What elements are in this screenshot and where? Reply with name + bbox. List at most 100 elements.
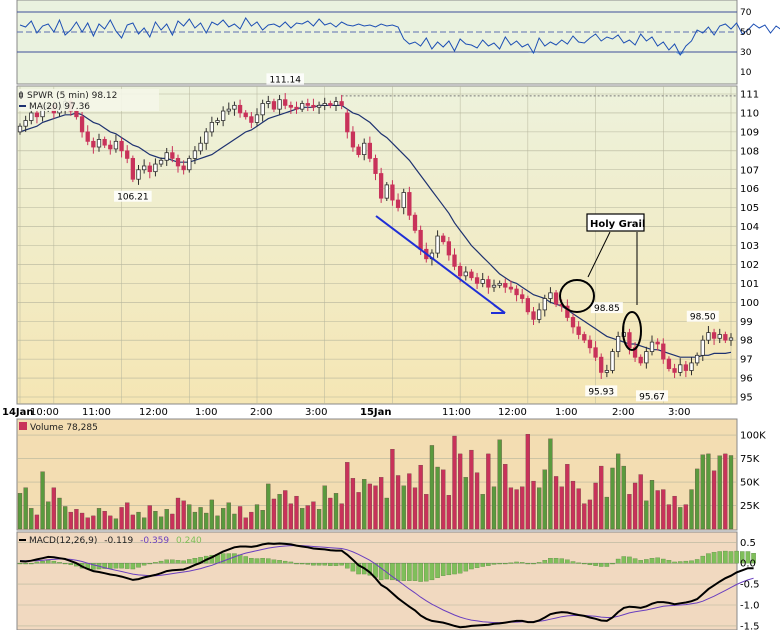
candle-down xyxy=(288,104,294,108)
chart-canvas: 70 50 30 10 111 110 109 108 107 106 105 104 103 102 1… xyxy=(2,0,780,630)
macd-histogram-bar xyxy=(627,556,632,564)
volume-bar xyxy=(322,485,327,530)
volume-bar xyxy=(463,477,468,530)
macd-tick-label: -1.5 xyxy=(740,621,760,630)
macd-tick-label: -1.0 xyxy=(740,601,760,612)
candle-down xyxy=(373,157,378,174)
volume-bar xyxy=(537,487,542,530)
candle-up xyxy=(299,103,305,110)
macd-histogram-bar xyxy=(542,560,548,564)
volume-bar xyxy=(102,511,107,530)
volume-bar xyxy=(514,489,519,530)
volume-bar xyxy=(271,498,277,530)
macd-histogram-bar xyxy=(638,560,643,564)
x-tick-label: 2:00 xyxy=(250,407,272,418)
candle-up xyxy=(113,140,119,150)
volume-bar xyxy=(616,453,621,530)
macd-histogram-bar xyxy=(51,560,57,564)
macd-histogram-bar xyxy=(316,563,322,566)
macd-histogram-bar xyxy=(683,560,689,564)
candle-up xyxy=(232,104,237,110)
candle-up xyxy=(136,169,141,180)
volume-bar xyxy=(706,453,711,530)
macd-histogram-bar xyxy=(531,563,536,565)
volume-bar xyxy=(17,493,23,530)
volume-bar xyxy=(215,515,220,530)
volume-bar xyxy=(198,507,203,530)
price-tick-label: 107 xyxy=(740,165,759,176)
volume-bar xyxy=(491,486,497,530)
x-tick-label: 15Jan xyxy=(360,407,392,418)
macd-histogram-bar xyxy=(158,560,164,564)
macd-histogram-bar xyxy=(700,555,706,564)
volume-bar xyxy=(604,496,609,530)
candle-down xyxy=(243,112,248,118)
candle-down xyxy=(474,277,480,284)
volume-bar xyxy=(226,502,231,530)
macd-tick-label: 0.5 xyxy=(740,538,756,549)
macd-histogram-bar xyxy=(559,558,564,564)
volume-bar xyxy=(666,504,672,530)
price-annotation-label: 98.50 xyxy=(690,313,716,323)
candle-down xyxy=(79,116,85,133)
volume-bar xyxy=(474,472,480,530)
macd-histogram-bar xyxy=(644,559,649,564)
volume-bar xyxy=(204,512,209,530)
macd-histogram-bar xyxy=(587,563,593,566)
macd-histogram-bar xyxy=(536,562,542,564)
volume-bar xyxy=(717,455,722,530)
holy-grail-label: Holy Grail xyxy=(590,219,645,230)
volume-bar xyxy=(548,438,553,530)
macd-histogram-bar xyxy=(181,560,186,564)
signal-value: -0.359 xyxy=(140,536,169,546)
macd-histogram-bar xyxy=(328,563,333,566)
macd-histogram-bar xyxy=(717,551,722,564)
candle-up xyxy=(497,282,502,286)
rsi-panel xyxy=(16,0,738,85)
volume-bar xyxy=(130,514,135,530)
macd-histogram-bar xyxy=(407,563,412,581)
price-tick-label: 98 xyxy=(740,336,753,347)
macd-histogram-bar xyxy=(34,561,40,564)
volume-bar xyxy=(277,494,282,530)
volume-bar xyxy=(401,485,406,530)
macd-histogram-bar xyxy=(666,560,672,564)
candle-down xyxy=(395,199,401,209)
volume-bar xyxy=(728,455,734,530)
volume-bar xyxy=(424,494,429,530)
volume-bar xyxy=(429,445,435,530)
candle-down xyxy=(175,157,181,167)
candle-up xyxy=(689,362,694,371)
candle-down xyxy=(237,104,243,114)
price-tick-label: 105 xyxy=(740,203,759,214)
volume-bar xyxy=(181,500,186,530)
candle-down xyxy=(294,106,299,110)
macd-histogram-bar xyxy=(136,563,141,568)
ma-label: MA(20) 97.36 xyxy=(29,102,90,112)
macd-histogram-bar xyxy=(621,556,627,564)
volume-bar xyxy=(565,464,570,530)
candle-up xyxy=(615,335,621,352)
volume-bar xyxy=(63,506,68,530)
volume-bar xyxy=(187,504,192,530)
candle-down xyxy=(390,184,395,201)
candle-down xyxy=(457,265,463,277)
candle-up xyxy=(678,364,683,373)
candle-down xyxy=(469,271,474,279)
price-tick-label: 108 xyxy=(740,146,759,157)
candle-up xyxy=(700,339,705,356)
x-tick-label: 3:00 xyxy=(668,407,690,418)
volume-bar xyxy=(328,497,333,530)
x-tick-label: 2:00 xyxy=(612,407,634,418)
volume-bar xyxy=(300,508,305,530)
macd-histogram-bar xyxy=(141,563,147,566)
volume-bar xyxy=(700,454,705,530)
macd-histogram-bar xyxy=(570,561,576,564)
macd-histogram-bar xyxy=(412,563,418,581)
candle-up xyxy=(649,341,655,352)
svg-text:MACD(12,26,9) -0.119: MACD(12,26,9) -0.119 -0.359 0.240 xyxy=(29,536,202,546)
volume-bar xyxy=(294,495,299,530)
macd-histogram-bar xyxy=(68,563,74,566)
macd-histogram-bar xyxy=(452,563,457,575)
macd-histogram-bar xyxy=(525,563,531,565)
